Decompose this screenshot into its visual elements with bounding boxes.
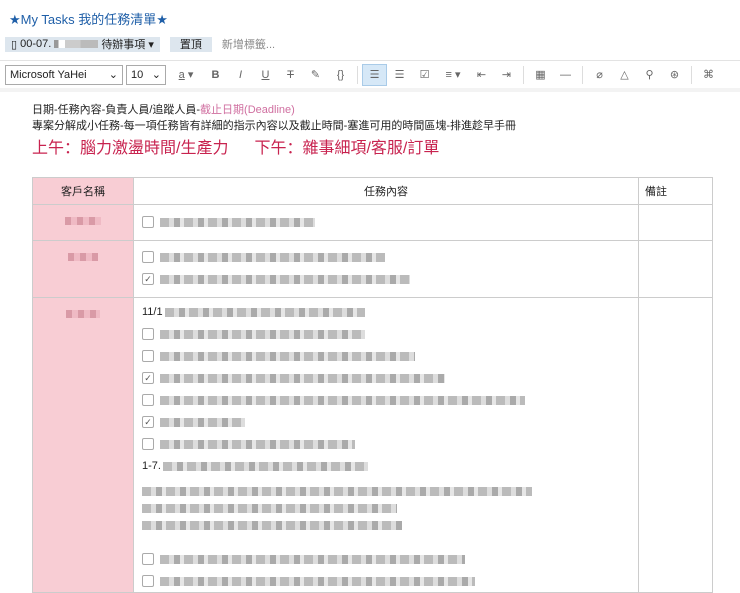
font-size-select[interactable]: 10 ⌄ (126, 64, 166, 85)
checkbox[interactable] (142, 216, 154, 228)
chevron-down-icon: ⌄ (108, 69, 118, 81)
font-select[interactable]: Microsoft YaHei ⌄ (5, 64, 123, 85)
tag-bar: ▯ 00-07. 待辦事項 ▾ 置頂 新增標籤... (5, 36, 275, 52)
page-title: ★My Tasks 我的任務清單★ (9, 12, 168, 27)
attachment-icon[interactable]: ⌀ (587, 64, 612, 86)
italic-icon[interactable]: I (228, 64, 253, 86)
notes-cell (638, 297, 713, 593)
chevron-down-icon: ⌄ (151, 69, 161, 81)
table-icon[interactable]: ▦ (528, 64, 553, 86)
notes-cell (638, 240, 713, 298)
checkbox[interactable] (142, 394, 154, 406)
task-table: 客戶名稱 任務內容 備註 ✓ 11/1 ✓ ✓ 1-7. (32, 177, 713, 593)
checkbox[interactable] (142, 328, 154, 340)
shortcut-icon[interactable]: ⌘ (696, 64, 721, 86)
checkbox[interactable] (142, 350, 154, 362)
pin-button[interactable]: 置頂 (169, 36, 212, 52)
client-cell (32, 240, 134, 298)
task-cell: 11/1 ✓ ✓ 1-7. (133, 297, 639, 593)
task-cell (133, 204, 639, 241)
underline-icon[interactable]: U (253, 64, 278, 86)
align-icon[interactable]: ≡ ▾ (437, 64, 469, 86)
editor-toolbar: Microsoft YaHei ⌄ 10 ⌄ a ▾ B I U T ✎ {} ☰ … (0, 60, 740, 92)
highlight-icon[interactable]: ✎ (303, 64, 328, 86)
notes-cell (638, 204, 713, 241)
bold-icon[interactable]: B (203, 64, 228, 86)
notebook-icon: ▯ (11, 38, 21, 51)
location-icon[interactable]: ⚲ (637, 64, 662, 86)
description: 日期-任務內容-負責人員/追蹤人員-截止日期(Deadline) 專案分解成小任… (32, 104, 516, 132)
task-cell: ✓ (133, 240, 639, 298)
checkbox[interactable] (142, 438, 154, 450)
bullet-list-icon[interactable]: ☰ (362, 63, 387, 86)
horizontal-rule-icon[interactable]: — (553, 64, 578, 86)
client-cell (32, 297, 134, 593)
new-tag-input[interactable]: 新增標籤... (222, 36, 275, 52)
checkbox[interactable] (142, 575, 154, 587)
outdent-icon[interactable]: ⇤ (469, 64, 494, 86)
checkbox-checked[interactable]: ✓ (142, 416, 154, 428)
emoji-icon[interactable]: ⊛ (662, 64, 687, 86)
strikethrough-icon[interactable]: T (278, 64, 303, 86)
checkbox-checked[interactable]: ✓ (142, 273, 154, 285)
checkbox[interactable] (142, 553, 154, 565)
header-notes: 備註 (638, 177, 713, 205)
indent-icon[interactable]: ⇥ (494, 64, 519, 86)
client-cell (32, 204, 134, 241)
checkbox[interactable] (142, 251, 154, 263)
font-color-icon[interactable]: a ▾ (169, 64, 203, 86)
code-icon[interactable]: {} (328, 64, 353, 86)
schedule-heading: 上午：腦力激盪時間/生產力 下午：雜事細項/客服/訂單 (32, 140, 440, 157)
header-client: 客戶名稱 (32, 177, 134, 205)
header-task: 任務內容 (133, 177, 639, 205)
numbered-list-icon[interactable]: ☰ (387, 64, 412, 86)
drive-icon[interactable]: △ (612, 64, 637, 86)
category-dropdown[interactable]: ▯ 00-07. 待辦事項 ▾ (5, 36, 160, 52)
checkbox-checked[interactable]: ✓ (142, 372, 154, 384)
checklist-icon[interactable]: ☑ (412, 64, 437, 86)
